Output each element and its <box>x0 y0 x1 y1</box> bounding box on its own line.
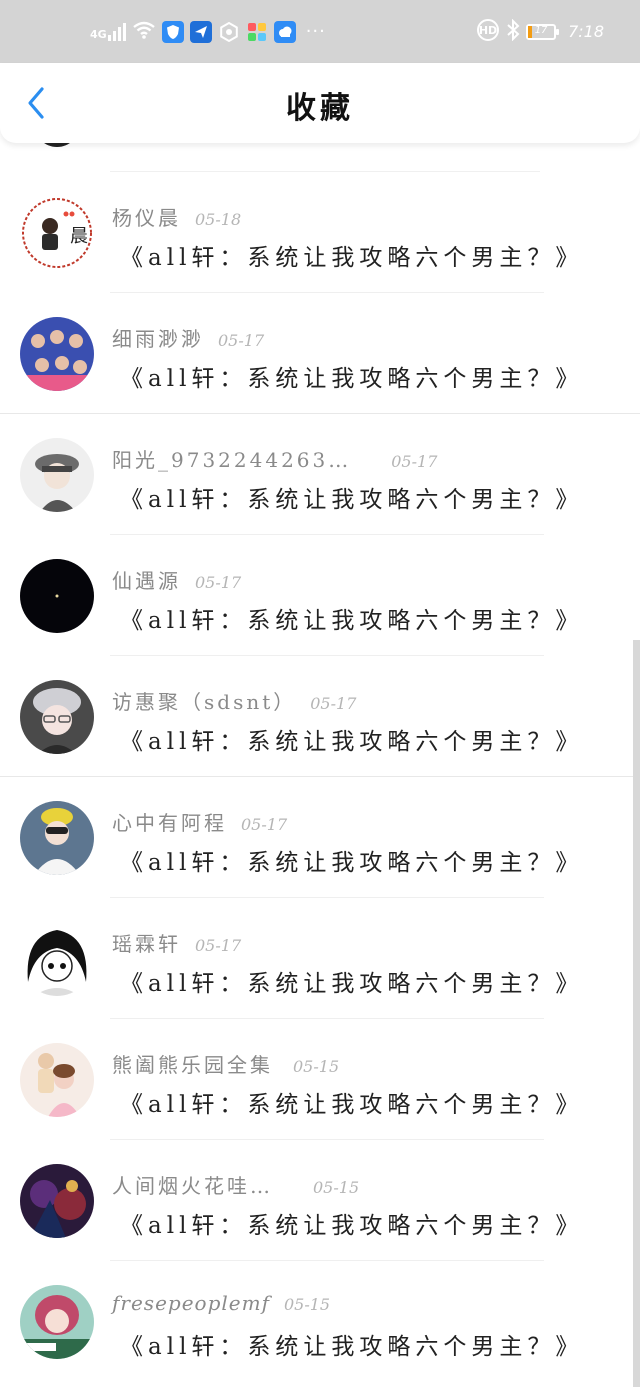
svg-text:HD: HD <box>479 24 497 37</box>
favorite-item[interactable]: fresepeoplemf 05-15 《all轩：系统让我攻略六个男主？》 <box>0 1261 640 1382</box>
signal-icon: 4G <box>90 22 126 41</box>
date: 05-17 <box>391 452 438 471</box>
date: 05-17 <box>241 815 288 834</box>
avatar[interactable] <box>20 559 94 633</box>
username[interactable]: 阳光_9732244263… <box>112 444 351 473</box>
network-type: 4G <box>90 27 107 41</box>
avatar[interactable] <box>20 922 94 996</box>
favorite-item[interactable]: 瑶霖轩 05-17 《all轩：系统让我攻略六个男主？》 <box>0 898 640 1019</box>
favorite-item[interactable]: 仙遇源 05-17 《all轩：系统让我攻略六个男主？》 <box>0 535 640 656</box>
username[interactable]: 杨仪晨 <box>112 202 181 231</box>
header: 收藏 <box>0 63 640 143</box>
status-bar-left: 4G ··· <box>90 0 326 63</box>
favorite-item[interactable]: 细雨渺渺 05-17 《all轩：系统让我攻略六个男主？》 <box>0 293 640 414</box>
favorite-item[interactable]: 晨 杨仪晨 05-18 《all轩：系统让我攻略六个男主？》 <box>0 172 640 293</box>
paper-plane-app-icon <box>189 20 212 43</box>
scrollbar[interactable] <box>633 640 640 1387</box>
avatar[interactable]: 晨 <box>20 196 94 270</box>
book-title-link[interactable]: 《all轩：系统让我攻略六个男主？》 <box>120 1206 583 1240</box>
username[interactable]: fresepeoplemf <box>112 1291 270 1315</box>
avatar[interactable] <box>20 680 94 754</box>
book-title-link[interactable]: 《all轩：系统让我攻略六个男主？》 <box>120 238 583 272</box>
date: 05-17 <box>310 694 357 713</box>
status-time: 7:18 <box>568 22 604 41</box>
avatar[interactable] <box>20 317 94 391</box>
username[interactable]: 访惠聚（sdsnt） <box>112 686 296 715</box>
book-title-link[interactable]: 《all轩：系统让我攻略六个男主？》 <box>120 722 583 756</box>
avatar[interactable] <box>20 438 94 512</box>
book-title-link[interactable]: 《all轩：系统让我攻略六个男主？》 <box>120 964 583 998</box>
item-meta: 访惠聚（sdsnt） 05-17 <box>112 686 356 715</box>
username[interactable]: 人间烟火花哇… <box>112 1170 273 1199</box>
item-meta: 瑶霖轩 05-17 <box>112 928 241 957</box>
book-title-link[interactable]: 《all轩：系统让我攻略六个男主？》 <box>120 359 583 393</box>
item-meta: 杨仪晨 05-18 <box>112 202 241 231</box>
username[interactable]: 心中有阿程 <box>112 807 227 836</box>
favorite-item[interactable]: 访惠聚（sdsnt） 05-17 《all轩：系统让我攻略六个男主？》 <box>0 656 640 777</box>
item-meta: 人间烟火花哇… 05-15 <box>112 1170 359 1199</box>
avatar[interactable] <box>20 1043 94 1117</box>
avatar[interactable] <box>20 1285 94 1359</box>
item-meta: fresepeoplemf 05-15 <box>112 1291 330 1315</box>
username[interactable]: 瑶霖轩 <box>112 928 181 957</box>
item-meta: 心中有阿程 05-17 <box>112 807 287 836</box>
date: 05-15 <box>283 1295 331 1314</box>
status-bar-right: HD 17 7:18 <box>476 0 604 63</box>
page-title: 收藏 <box>286 91 354 126</box>
more-notifications-indicator: ··· <box>305 21 326 42</box>
book-title-link[interactable]: 《all轩：系统让我攻略六个男主？》 <box>120 1327 583 1361</box>
username[interactable]: 细雨渺渺 <box>112 323 204 352</box>
book-title-link[interactable]: 《all轩：系统让我攻略六个男主？》 <box>120 480 583 514</box>
item-meta: 仙遇源 05-17 <box>112 565 241 594</box>
date: 05-17 <box>195 936 242 955</box>
avatar[interactable] <box>20 1164 94 1238</box>
hd-icon: HD <box>476 18 500 46</box>
favorite-item[interactable]: 人间烟火花哇… 05-15 《all轩：系统让我攻略六个男主？》 <box>0 1140 640 1261</box>
shield-app-icon <box>161 20 184 43</box>
battery-icon: 17 <box>526 23 560 40</box>
battery-level: 17 <box>534 24 548 36</box>
favorite-item[interactable]: 心中有阿程 05-17 《all轩：系统让我攻略六个男主？》 <box>0 777 640 898</box>
status-bar: 4G ··· HD 17 7:18 <box>0 0 640 63</box>
username[interactable]: 仙遇源 <box>112 565 181 594</box>
item-meta: 细雨渺渺 05-17 <box>112 323 264 352</box>
item-meta: 熊阖熊乐园全集 05-15 <box>112 1049 339 1078</box>
bluetooth-icon <box>506 18 520 45</box>
photos-app-icon <box>246 21 268 43</box>
item-meta: 阳光_9732244263… 05-17 <box>112 444 437 473</box>
book-title-link[interactable]: 《all轩：系统让我攻略六个男主？》 <box>120 601 583 635</box>
wifi-icon <box>132 20 156 44</box>
date: 05-15 <box>293 1057 340 1076</box>
date: 05-18 <box>195 210 242 229</box>
book-title-link[interactable]: 《all轩：系统让我攻略六个男主？》 <box>120 1085 583 1119</box>
camera-app-icon <box>218 21 240 43</box>
avatar[interactable] <box>20 801 94 875</box>
svg-text:晨: 晨 <box>70 226 88 247</box>
book-title-link[interactable]: 《all轩：系统让我攻略六个男主？》 <box>120 843 583 877</box>
date: 05-17 <box>218 331 265 350</box>
date: 05-15 <box>313 1178 360 1197</box>
weather-app-icon <box>273 20 296 43</box>
username[interactable]: 熊阖熊乐园全集 <box>112 1049 273 1078</box>
date: 05-17 <box>195 573 242 592</box>
favorite-item[interactable]: 阳光_9732244263… 05-17 《all轩：系统让我攻略六个男主？》 <box>0 414 640 535</box>
favorite-item[interactable]: 熊阖熊乐园全集 05-15 《all轩：系统让我攻略六个男主？》 <box>0 1019 640 1140</box>
